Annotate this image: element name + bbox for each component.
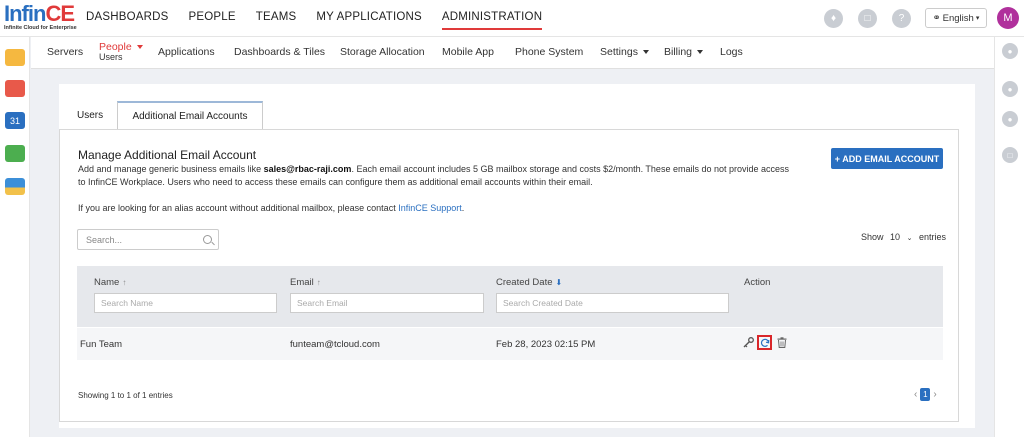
infince-logo[interactable]: InfinCE Infinite Cloud for Enterprise — [4, 1, 77, 32]
calendar-app-icon[interactable]: 31 — [5, 112, 25, 129]
search-icon — [203, 235, 212, 244]
user-avatar[interactable]: M — [997, 7, 1019, 29]
chat-icon[interactable]: ● — [1002, 43, 1018, 59]
tab-additional-email-accounts[interactable]: Additional Email Accounts — [117, 101, 263, 130]
refresh-glyph — [760, 338, 769, 347]
search-placeholder: Search... — [86, 234, 123, 245]
page-size-value: 10 — [890, 232, 901, 242]
top-header: InfinCE Infinite Cloud for Enterprise DA… — [0, 0, 1024, 37]
add-email-account-button[interactable]: + ADD EMAIL ACCOUNT — [831, 148, 943, 169]
subnav-billing[interactable]: Billing — [664, 46, 704, 58]
subnav-storage-allocation[interactable]: Storage Allocation — [340, 46, 425, 58]
subnav-billing-label: Billing — [664, 46, 693, 58]
topnav-dashboards[interactable]: DASHBOARDS — [86, 11, 169, 23]
panel-description: Add and manage generic business emails l… — [78, 163, 798, 189]
subnav-servers[interactable]: Servers — [47, 46, 83, 58]
filter-email-input[interactable]: Search Email — [290, 293, 484, 313]
page-size-control: Show 10 ⌄ entries — [861, 232, 946, 242]
page-1-button[interactable]: 1 — [920, 388, 931, 401]
chevron-down-icon — [697, 50, 704, 55]
subnav-applications[interactable]: Applications — [158, 46, 215, 58]
sync-icon[interactable] — [757, 335, 772, 350]
table-row: Fun Team funteam@tcloud.com Feb 28, 2023… — [77, 328, 943, 360]
contacts-icon[interactable]: ● — [1002, 81, 1018, 97]
pagination: ‹ 1 › — [914, 388, 937, 401]
help-icon[interactable]: ? — [892, 9, 911, 28]
language-label: English — [942, 12, 974, 24]
column-name-label: Name — [94, 277, 120, 288]
group-icon[interactable]: ● — [1002, 111, 1018, 127]
desc-email: sales@rbac-raji.com — [263, 164, 352, 174]
show-label: Show — [861, 232, 884, 242]
subnav-settings-label: Settings — [600, 46, 638, 58]
filter-name-input[interactable]: Search Name — [94, 293, 277, 313]
support-link[interactable]: InfinCE Support — [398, 203, 462, 213]
desc-pre: Add and manage generic business emails l… — [78, 164, 264, 174]
left-app-rail: 31 — [0, 37, 30, 437]
row-name: Fun Team — [80, 339, 123, 350]
tasks-app-icon[interactable] — [5, 145, 25, 162]
subnav-people-sub: Users — [99, 52, 123, 62]
column-header-email[interactable]: Email ↑ — [290, 277, 321, 288]
topnav-administration[interactable]: ADMINISTRATION — [441, 11, 543, 30]
search-input[interactable]: Search... — [77, 229, 219, 250]
trash-icon[interactable] — [777, 337, 787, 348]
sort-up-icon: ↑ — [122, 278, 127, 287]
next-page-button[interactable]: › — [933, 389, 936, 400]
sort-down-icon: ⬇ — [555, 278, 563, 287]
alias-post: . — [461, 203, 465, 213]
topnav-teams[interactable]: TEAMS — [256, 11, 297, 23]
row-created-date: Feb 28, 2023 02:15 PM — [496, 339, 596, 350]
key-icon[interactable] — [743, 337, 754, 348]
bell-icon[interactable]: ♦ — [824, 9, 843, 28]
column-header-action: Action — [744, 277, 771, 288]
chevron-down-icon: ⌄ — [906, 235, 913, 242]
subnav-settings[interactable]: Settings — [600, 46, 649, 58]
subnav-mobile-app[interactable]: Mobile App — [442, 46, 494, 58]
row-email: funteam@tcloud.com — [290, 339, 380, 350]
prev-page-button[interactable]: ‹ — [914, 389, 917, 400]
mail-app-icon[interactable] — [5, 80, 25, 97]
subnav-people[interactable]: People Users — [99, 42, 143, 62]
logo-tagline: Infinite Cloud for Enterprise — [4, 25, 77, 31]
filter-created-date-input[interactable]: Search Created Date — [496, 293, 729, 313]
chevron-down-icon — [642, 50, 649, 55]
photos-app-icon[interactable] — [5, 178, 25, 195]
logo-text: Infin — [4, 1, 46, 26]
alias-note: If you are looking for an alias account … — [78, 203, 464, 213]
subnav-phone-system[interactable]: Phone System — [515, 46, 583, 58]
alias-pre: If you are looking for an alias account … — [78, 203, 399, 213]
subnav-logs[interactable]: Logs — [720, 46, 743, 58]
logo-ce-text: CE — [45, 1, 75, 26]
subnav-dashboards-tiles[interactable]: Dashboards & Tiles — [234, 46, 325, 58]
table-header: Name ↑ Email ↑ Created Date ⬇ Action Search… — [77, 266, 943, 327]
topnav-people[interactable]: PEOPLE — [189, 11, 236, 23]
page-size-select[interactable]: 10 ⌄ — [890, 232, 912, 242]
entries-label: entries — [918, 232, 946, 242]
language-selector[interactable]: ⚭ English ▾ — [925, 8, 987, 28]
folder-app-icon[interactable] — [5, 49, 25, 66]
entries-summary: Showing 1 to 1 of 1 entries — [78, 391, 173, 400]
column-email-label: Email — [290, 277, 314, 288]
sort-up-icon: ↑ — [316, 278, 321, 287]
column-created-label: Created Date — [496, 277, 553, 288]
column-header-created-date[interactable]: Created Date ⬇ — [496, 277, 562, 288]
chevron-down-icon — [136, 45, 143, 50]
tab-users[interactable]: Users — [77, 101, 103, 130]
top-navigation: DASHBOARDS PEOPLE TEAMS MY APPLICATIONS … — [86, 11, 562, 30]
admin-subnav: Servers People Users Applications Dashboa… — [31, 37, 994, 69]
clipboard-icon[interactable]: □ — [858, 9, 877, 28]
globe-icon: ⚭ — [932, 12, 941, 24]
topnav-my-applications[interactable]: MY APPLICATIONS — [316, 11, 421, 23]
column-header-name[interactable]: Name ↑ — [94, 277, 126, 288]
chevron-down-icon: ▾ — [975, 15, 980, 22]
right-rail: ● ● ● □ — [994, 37, 1024, 437]
calendar-icon[interactable]: □ — [1002, 147, 1018, 163]
panel-title: Manage Additional Email Account — [78, 148, 257, 162]
